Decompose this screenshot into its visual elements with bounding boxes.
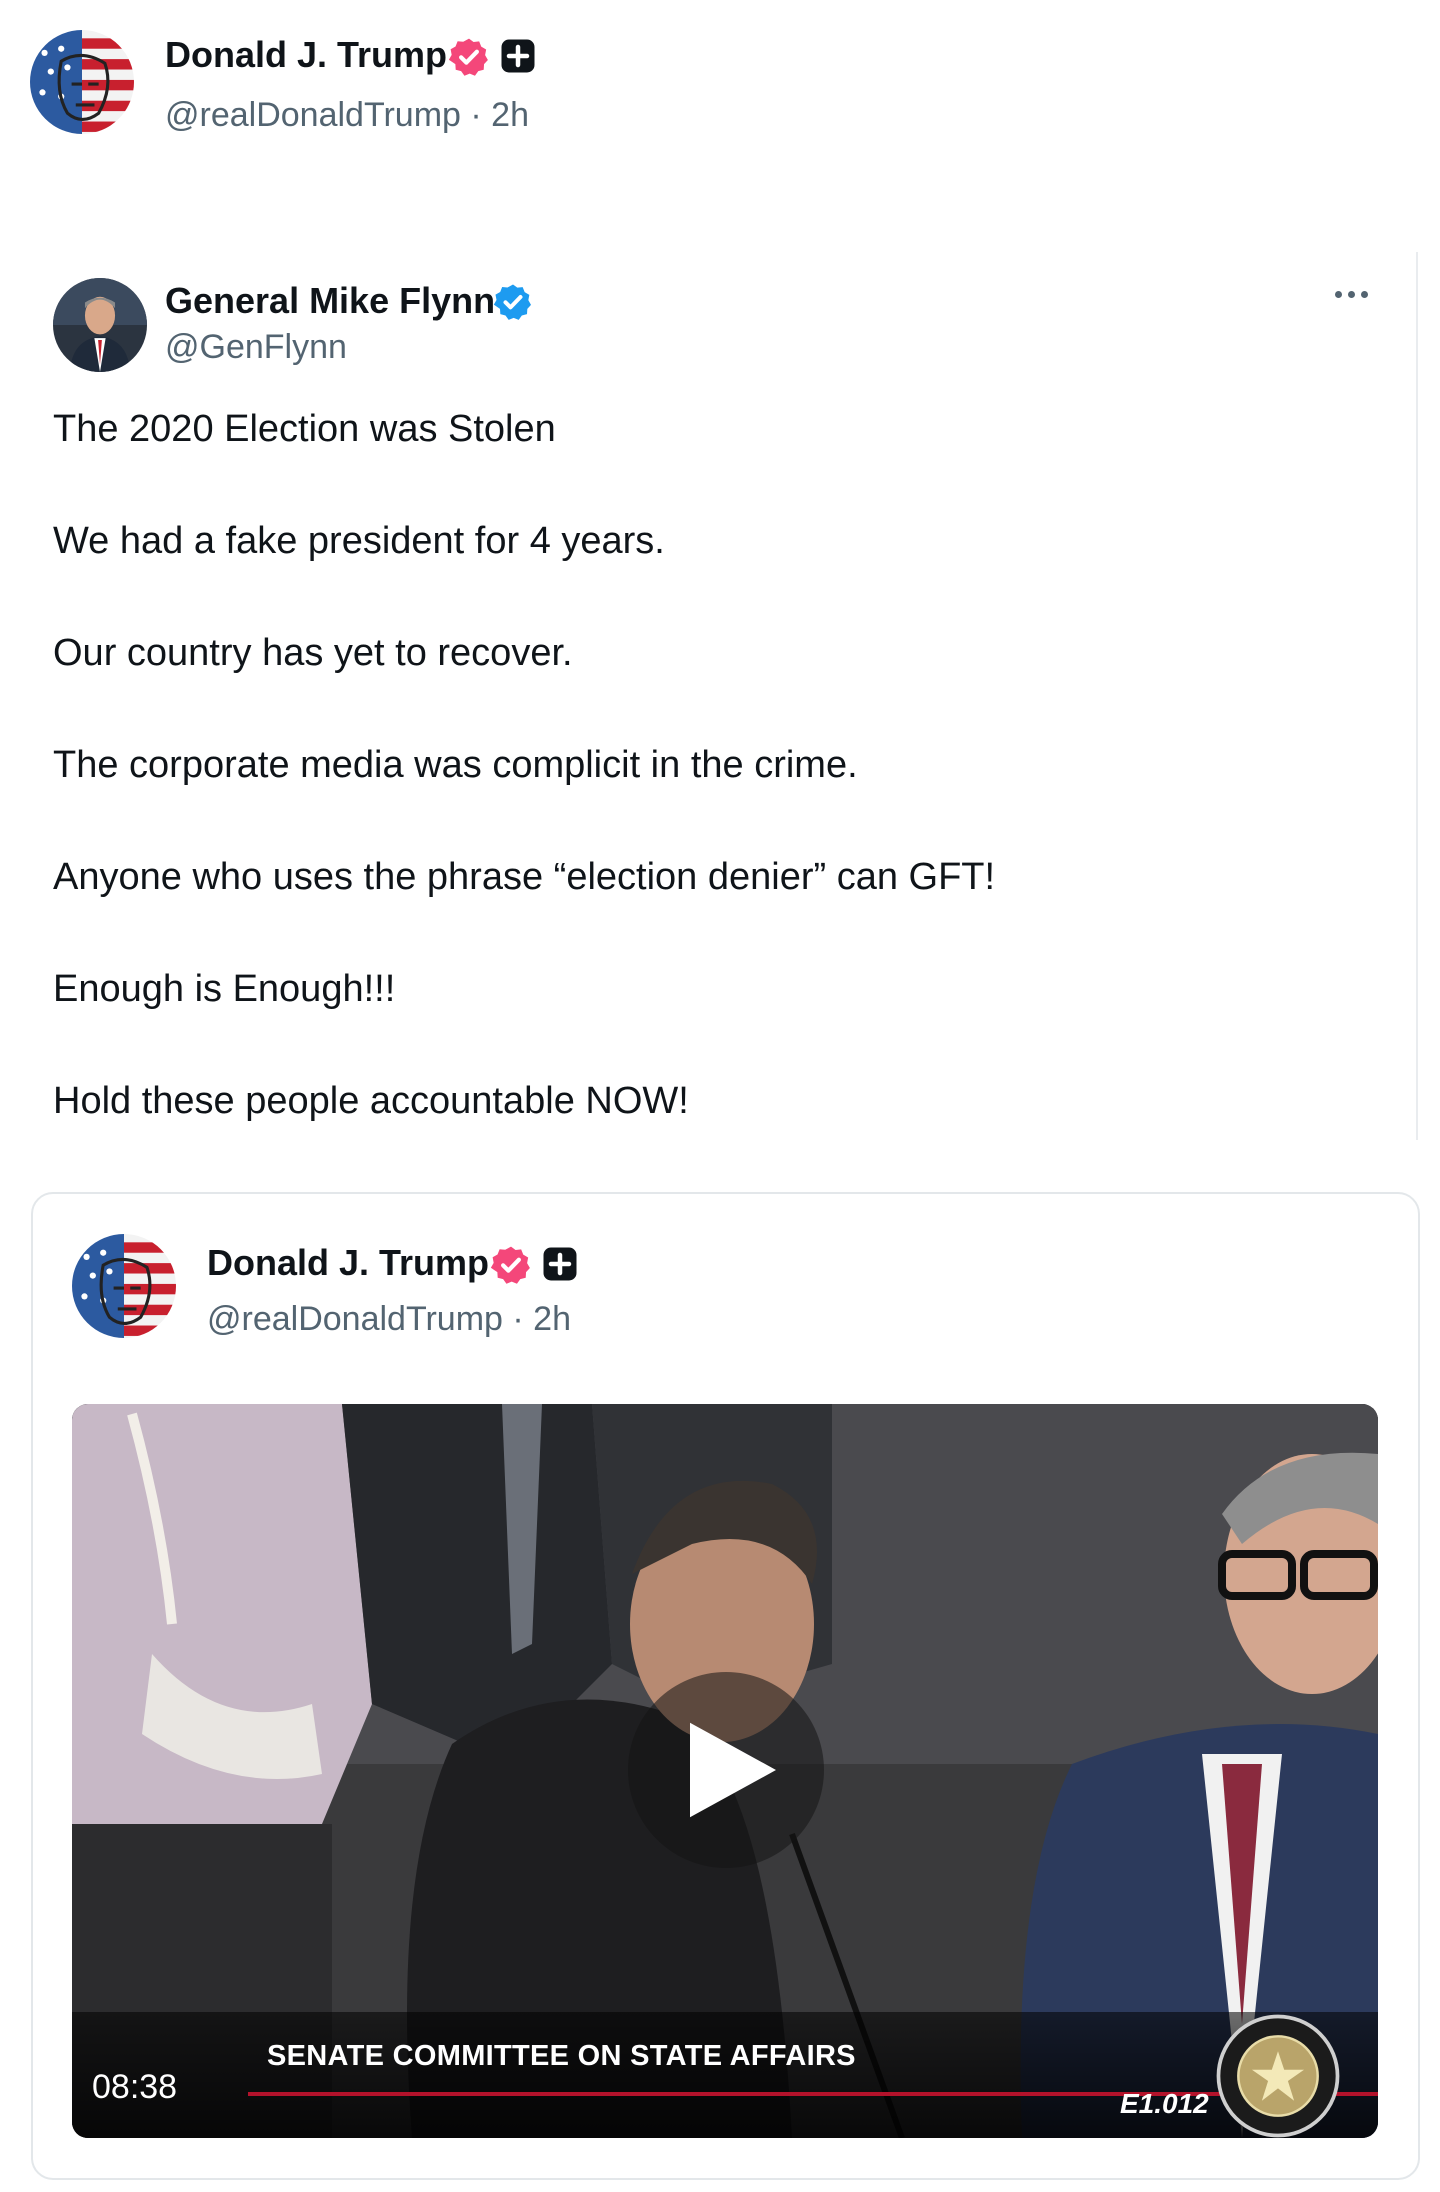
video-player[interactable]: SENATE COMMITTEE ON STATE AFFAIRS E1.012 <box>72 1404 1378 2138</box>
repost-author-handle[interactable]: @realDonaldTrump · 2h <box>165 96 529 135</box>
card-border-line <box>1416 252 1418 1140</box>
affiliate-plus-icon <box>500 38 536 74</box>
post-time: · 2h <box>470 96 529 134</box>
quote-trump-avatar[interactable] <box>72 1234 176 1338</box>
post-author-name[interactable]: General Mike Flynn <box>165 280 495 322</box>
texas-senate-seal-icon <box>1216 2014 1340 2138</box>
quote-author-name[interactable]: Donald J. Trump <box>207 1242 489 1284</box>
post-text-line: The 2020 Election was Stolen <box>53 408 556 450</box>
post-text-line: The corporate media was complicit in the… <box>53 744 858 786</box>
post-time: · 2h <box>512 1300 571 1338</box>
video-lower-third: SENATE COMMITTEE ON STATE AFFAIRS E1.012 <box>72 2012 1378 2138</box>
post-author-handle[interactable]: @GenFlynn <box>165 328 347 367</box>
more-dots-icon[interactable] <box>1328 282 1374 306</box>
dot <box>1360 290 1368 298</box>
post-text-line: Our country has yet to recover. <box>53 632 573 674</box>
repost-author-name[interactable]: Donald J. Trump <box>165 34 447 76</box>
play-icon <box>690 1722 776 1818</box>
verified-badge-icon <box>490 1244 532 1286</box>
post-text-line: Hold these people accountable NOW! <box>53 1080 689 1122</box>
play-button[interactable] <box>628 1672 824 1868</box>
dot <box>1334 290 1342 298</box>
post-text-line: We had a fake president for 4 years. <box>53 520 665 562</box>
trump-avatar[interactable] <box>30 30 134 134</box>
quote-author-handle[interactable]: @realDonaldTrump · 2h <box>207 1300 571 1339</box>
verified-badge-icon <box>448 36 490 78</box>
flynn-avatar[interactable] <box>53 278 147 372</box>
video-chyron: SENATE COMMITTEE ON STATE AFFAIRS <box>267 2040 856 2072</box>
dot <box>1347 290 1355 298</box>
post-text-line: Anyone who uses the phrase “election den… <box>53 856 996 898</box>
post-text-line: Enough is Enough!!! <box>53 968 396 1010</box>
video-duration: 08:38 <box>92 2068 178 2106</box>
verified-blue-badge-icon <box>493 282 533 322</box>
handle-text: @realDonaldTrump <box>165 96 461 134</box>
video-code: E1.012 <box>1120 2088 1209 2119</box>
affiliate-plus-icon <box>542 1246 578 1282</box>
handle-text: @realDonaldTrump <box>207 1300 503 1338</box>
